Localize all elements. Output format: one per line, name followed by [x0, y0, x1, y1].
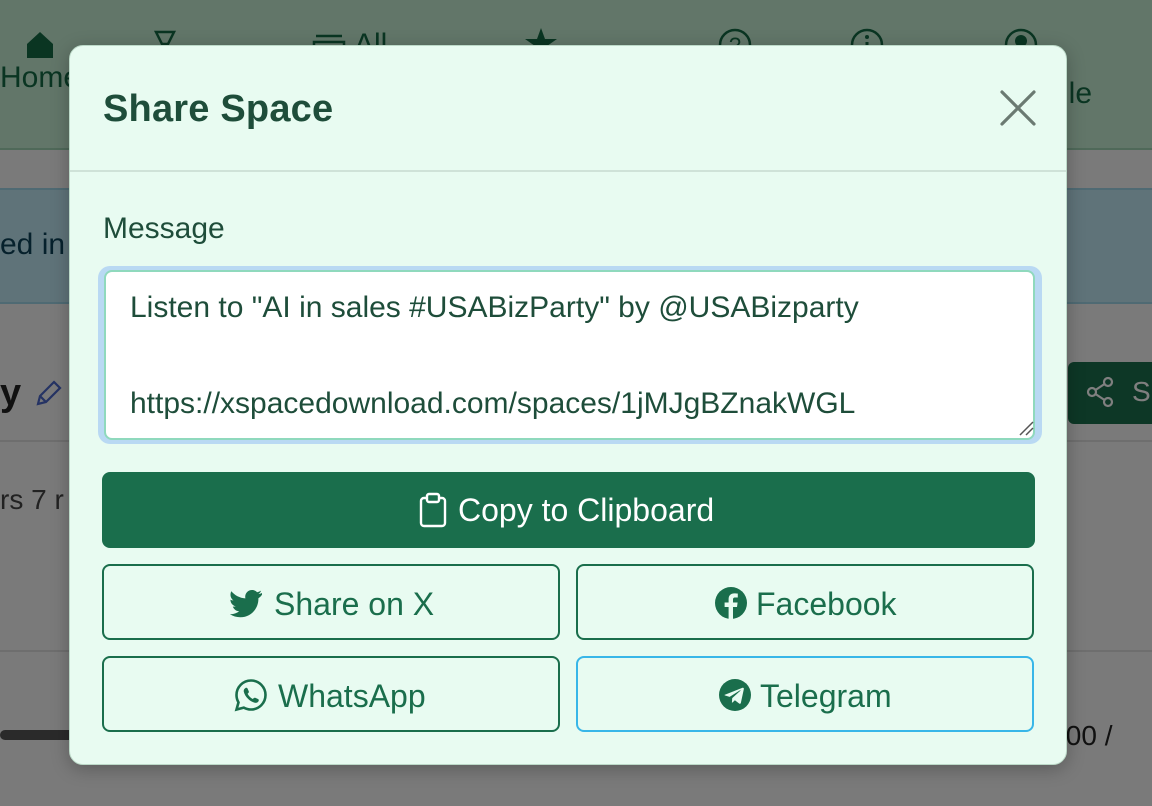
message-focus-ring: Listen to "AI in sales #USABizParty" by …	[98, 266, 1042, 444]
close-button[interactable]	[996, 86, 1040, 130]
twitter-icon	[230, 590, 262, 618]
copy-to-clipboard-button[interactable]: Copy to Clipboard	[102, 472, 1035, 548]
whatsapp-button[interactable]: WhatsApp	[102, 656, 560, 732]
modal-header: Share Space	[70, 46, 1066, 172]
telegram-icon	[719, 679, 751, 711]
message-line: https://xspacedownload.com/spaces/1jMJgB…	[130, 387, 856, 420]
message-label: Message	[103, 212, 225, 245]
modal-title: Share Space	[103, 88, 334, 130]
message-textarea[interactable]: Listen to "AI in sales #USABizParty" by …	[104, 270, 1035, 440]
facebook-label: Facebook	[756, 586, 897, 622]
share-x-label: Share on X	[274, 586, 435, 622]
facebook-icon	[715, 587, 747, 619]
facebook-button[interactable]: Facebook	[576, 564, 1034, 640]
share-on-x-button[interactable]: Share on X	[102, 564, 560, 640]
telegram-label: Telegram	[760, 678, 892, 714]
share-modal: Share Space Message Listen to "AI in sal…	[69, 45, 1067, 765]
resize-handle-icon[interactable]	[1018, 420, 1034, 436]
whatsapp-icon	[234, 679, 267, 712]
telegram-button[interactable]: Telegram	[576, 656, 1034, 732]
copy-button-label: Copy to Clipboard	[458, 492, 715, 528]
close-icon	[1000, 90, 1036, 126]
clipboard-icon	[419, 492, 447, 528]
whatsapp-label: WhatsApp	[278, 678, 426, 714]
message-line: Listen to "AI in sales #USABizParty" by …	[130, 291, 859, 324]
